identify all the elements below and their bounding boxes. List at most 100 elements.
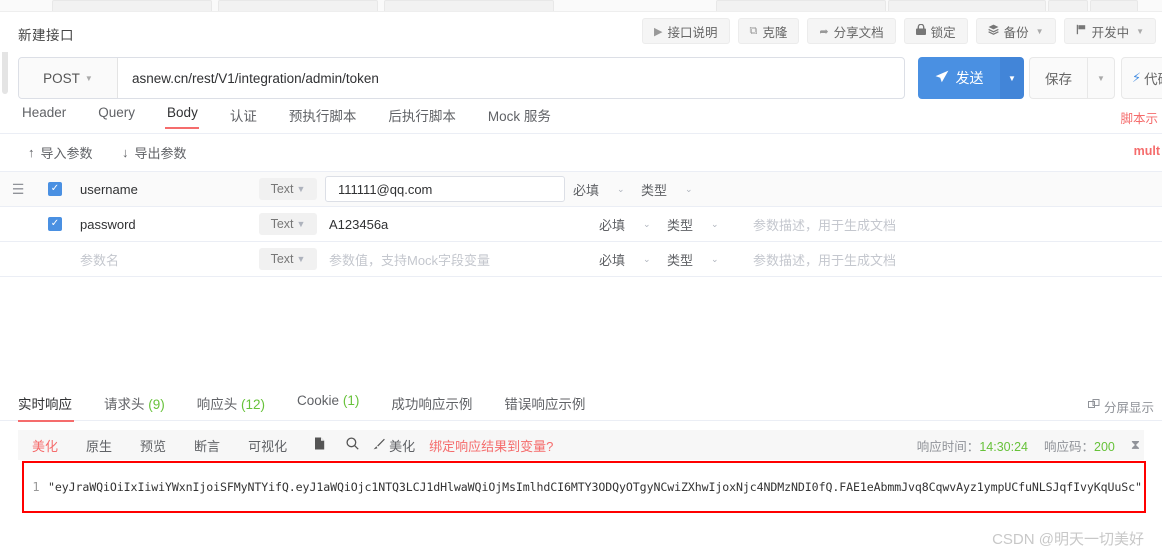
send-options-button[interactable]: ▼ [1000, 57, 1024, 99]
chevron-down-icon: ▼ [1035, 26, 1044, 36]
param-type-select[interactable]: Text ▼ [259, 248, 317, 270]
share-icon: ➦ [819, 25, 829, 38]
status-button[interactable]: 开发中 ▼ [1063, 18, 1156, 44]
tab-mock-service[interactable]: Mock 服务 [472, 101, 567, 125]
tab-stub[interactable] [888, 0, 1046, 11]
lock-button[interactable]: 锁定 [903, 18, 968, 44]
api-description-label: 接口说明 [667, 25, 718, 40]
tab-stub[interactable] [52, 0, 212, 11]
tab-body[interactable]: Body [151, 101, 214, 120]
response-time-label: 响应时间： [916, 439, 980, 454]
export-params-button[interactable]: ↓ 导出参数 [122, 143, 187, 162]
import-params-button[interactable]: ↑ 导入参数 [28, 143, 93, 162]
line-number: 1 [32, 480, 40, 494]
hourglass-icon[interactable]: ⧗ [1131, 437, 1140, 453]
body-type-link[interactable]: mult [1134, 144, 1160, 158]
response-code-value: 200 [1094, 439, 1115, 454]
param-required-select[interactable]: 必填 ⌄ [565, 180, 641, 199]
tab-stub[interactable] [218, 0, 378, 11]
param-desc-input[interactable]: 参数描述，用于生成文档 [747, 250, 1162, 269]
param-desc-input[interactable]: 参数描述，用于生成文档 [747, 215, 1162, 234]
send-button[interactable]: 发送 [918, 57, 1000, 99]
script-example-link[interactable]: 脚本示 [1120, 108, 1158, 127]
viewer-tab-visualize[interactable]: 可视化 [234, 436, 301, 455]
table-row[interactable]: ☰ username Text ▼ 111111@qq.com 必填 ⌄ 类型 … [0, 172, 1162, 207]
cookie-count: (1) [342, 393, 360, 408]
share-doc-label: 分享文档 [833, 25, 884, 40]
backup-button[interactable]: 备份 ▼ [975, 18, 1056, 44]
chevron-down-icon: ▼ [296, 219, 306, 229]
url-input[interactable]: asnew.cn/rest/V1/integration/admin/token [118, 58, 904, 98]
param-value-input[interactable]: A123456a [317, 207, 591, 242]
param-name-input[interactable]: username [74, 182, 259, 197]
tab-post-script[interactable]: 后执行脚本 [372, 101, 472, 125]
export-params-label: 导出参数 [134, 146, 187, 161]
param-value-input[interactable]: 参数值，支持Mock字段变量 [317, 242, 591, 277]
table-row[interactable]: password Text ▼ A123456a 必填 ⌄ 类型 ⌄ 参数描述，… [0, 207, 1162, 242]
tab-success-example[interactable]: 成功响应示例 [375, 388, 488, 413]
tab-stub[interactable] [1048, 0, 1088, 11]
chevron-down-icon: ⌄ [711, 218, 719, 229]
chevron-down-icon: ⌄ [711, 253, 719, 264]
row-enable-checkbox[interactable] [48, 182, 62, 196]
table-row[interactable]: 参数名 Text ▼ 参数值，支持Mock字段变量 必填 ⌄ 类型 ⌄ 参数描述… [0, 242, 1162, 277]
clone-button[interactable]: ⧉ 克隆 [737, 18, 800, 44]
save-options-button[interactable]: ▼ [1087, 57, 1115, 99]
tab-query[interactable]: Query [82, 101, 151, 120]
tab-header[interactable]: Header [18, 101, 82, 120]
tab-cookie[interactable]: Cookie (1) [281, 388, 375, 408]
viewer-tab-preview[interactable]: 预览 [126, 436, 180, 455]
response-time: 响应时间：14:30:24 [917, 436, 1028, 455]
flag-icon [1076, 24, 1087, 38]
beautify-button[interactable]: 美化 [373, 436, 415, 455]
save-button[interactable]: 保存 [1029, 57, 1087, 99]
viewer-tab-assert[interactable]: 断言 [180, 436, 234, 455]
response-body-panel[interactable]: 1 "eyJraWQiOiIxIiwiYWxnIjoiSFMyNTYifQ.ey… [22, 461, 1146, 513]
copy-icon[interactable] [307, 437, 333, 453]
api-description-button[interactable]: ▶ 接口说明 [642, 18, 730, 44]
chevron-down-icon: ▼ [296, 254, 306, 264]
tab-live-response[interactable]: 实时响应 [18, 388, 88, 422]
split-screen-button[interactable]: 分屏显示 [1087, 397, 1154, 416]
backup-label: 备份 [1003, 25, 1029, 40]
tab-response-headers-label: 响应头 [196, 397, 238, 412]
viewer-tab-raw[interactable]: 原生 [72, 436, 126, 455]
tab-error-example[interactable]: 错误响应示例 [488, 388, 601, 413]
url-bar: POST ▼ asnew.cn/rest/V1/integration/admi… [18, 57, 905, 99]
send-label: 发送 [955, 70, 984, 86]
param-kind-select[interactable]: 类型 ⌄ [667, 250, 747, 269]
param-type-select[interactable]: Text ▼ [259, 213, 317, 235]
tab-stub[interactable] [716, 0, 886, 11]
tab-stub[interactable] [1090, 0, 1138, 11]
row-enable-checkbox[interactable] [48, 217, 62, 231]
tab-auth[interactable]: 认证 [214, 101, 273, 125]
param-type-value: Text [270, 182, 294, 196]
viewer-tab-beautify[interactable]: 美化 [18, 436, 72, 455]
request-headers-count: (9) [148, 397, 165, 412]
split-screen-label: 分屏显示 [1103, 401, 1154, 415]
param-kind-select[interactable]: 类型 ⌄ [667, 215, 747, 234]
tab-response-headers[interactable]: 响应头 (12) [181, 388, 281, 413]
param-type-select[interactable]: Text ▼ [259, 178, 317, 200]
beautify-label: 美化 [389, 438, 416, 454]
chevron-down-icon: ⌄ [617, 183, 625, 194]
param-required-select[interactable]: 必填 ⌄ [591, 250, 667, 269]
tab-stub[interactable] [384, 0, 554, 11]
generate-code-button[interactable]: ⚡ 代码 [1121, 57, 1162, 99]
share-doc-button[interactable]: ➦ 分享文档 [807, 18, 896, 44]
row-enable-checkbox-cell [36, 252, 74, 266]
bind-response-variable-link[interactable]: 绑定响应结果到变量? [429, 436, 553, 455]
drag-handle-icon[interactable]: ☰ [0, 181, 36, 198]
search-icon[interactable] [339, 437, 365, 453]
chevron-down-icon: ▼ [1136, 26, 1144, 36]
response-body-text[interactable]: "eyJraWQiOiIxIiwiYWxnIjoiSFMyNTYifQ.eyJ1… [48, 480, 1144, 494]
param-kind-select[interactable]: 类型 ⌄ [641, 180, 721, 199]
http-method-select[interactable]: POST ▼ [19, 58, 118, 98]
tab-request-headers[interactable]: 请求头 (9) [88, 388, 181, 413]
tab-pre-script[interactable]: 预执行脚本 [273, 101, 373, 125]
param-name-input[interactable]: 参数名 [74, 250, 259, 269]
chevron-down-icon: ⌄ [643, 253, 651, 264]
param-name-input[interactable]: password [74, 217, 259, 232]
param-value-input[interactable]: 111111@qq.com [325, 176, 565, 202]
param-required-select[interactable]: 必填 ⌄ [591, 215, 667, 234]
